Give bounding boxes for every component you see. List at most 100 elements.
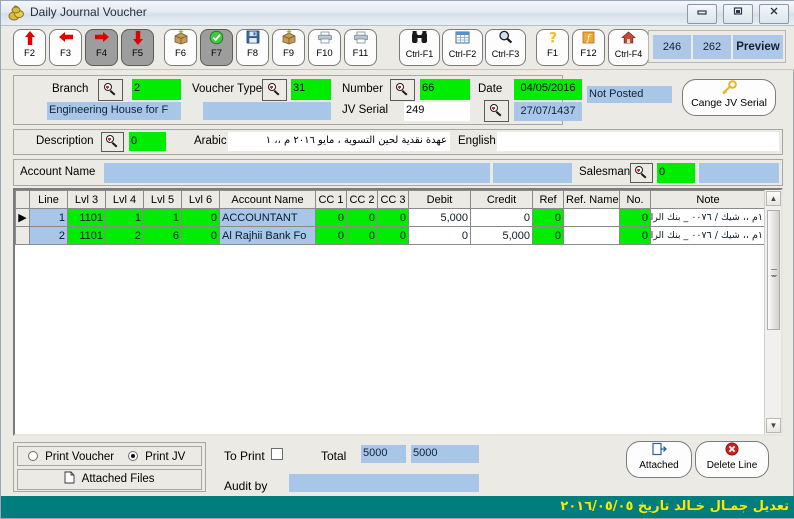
col-header-line[interactable]: Line: [30, 191, 68, 209]
cell-cc1[interactable]: 0: [316, 209, 347, 227]
toolbar-button-ctrl-f4[interactable]: Ctrl-F4: [608, 29, 649, 66]
cell-ref[interactable]: 0: [533, 209, 564, 227]
salesman-name-field[interactable]: [699, 163, 779, 183]
col-header-credit[interactable]: Credit: [471, 191, 533, 209]
change-jv-serial-button[interactable]: Cange JV Serial: [682, 79, 776, 116]
table-row[interactable]: 2 1101 2 6 0 Al Rajhii Bank Fo 0 0 0 0 5…: [16, 227, 766, 245]
toolbar-button-f2[interactable]: F2: [13, 29, 46, 66]
description-english-field[interactable]: [497, 132, 779, 151]
date-gregorian-field[interactable]: 04/05/2016: [514, 79, 582, 100]
cell-debit[interactable]: 5,000: [409, 209, 471, 227]
scroll-up-icon[interactable]: ▲: [766, 191, 781, 206]
toolbar-button-f1[interactable]: ? F1: [536, 29, 569, 66]
col-header-lvl3[interactable]: Lvl 3: [68, 191, 106, 209]
journal-lines-grid[interactable]: Line Lvl 3 Lvl 4 Lvl 5 Lvl 6 Account Nam…: [13, 188, 783, 436]
description-code-field[interactable]: 0: [129, 132, 166, 151]
cell-line[interactable]: 1: [30, 209, 68, 227]
cell-lvl5[interactable]: 1: [144, 209, 182, 227]
description-arabic-field[interactable]: عهدة نقدية لحين التسوية ، مايو ٢٠١٦ م ،،…: [228, 132, 450, 151]
col-header-cc3[interactable]: CC 3: [378, 191, 409, 209]
print-jv-option[interactable]: Print JV: [128, 451, 185, 463]
jv-serial-field[interactable]: 249: [404, 102, 470, 121]
voucher-type-code-field[interactable]: 31: [291, 79, 331, 100]
salesman-code-field[interactable]: 0: [657, 163, 695, 183]
toolbar-button-f10[interactable]: F10: [308, 29, 341, 66]
toolbar-button-ctrl-f3[interactable]: Ctrl-F3: [485, 29, 526, 66]
cell-credit[interactable]: 0: [471, 209, 533, 227]
table-row[interactable]: ▶ 1 1101 1 1 0 ACCOUNTANT 0 0 0 5,000 0 …: [16, 209, 766, 227]
description-lookup-button[interactable]: [101, 132, 124, 152]
account-extra-field[interactable]: [493, 163, 572, 183]
voucher-type-lookup-button[interactable]: [262, 79, 287, 101]
cell-no[interactable]: 0: [620, 209, 651, 227]
preview-label[interactable]: Preview: [733, 35, 783, 59]
toolbar-button-f4[interactable]: F4: [85, 29, 118, 66]
cell-ref-name[interactable]: [564, 209, 620, 227]
scrollbar-thumb[interactable]: [767, 210, 780, 330]
col-header-debit[interactable]: Debit: [409, 191, 471, 209]
cell-lvl4[interactable]: 1: [106, 209, 144, 227]
close-button[interactable]: [759, 4, 789, 24]
attached-button[interactable]: Attached: [626, 441, 692, 478]
radio-print-voucher[interactable]: [28, 451, 38, 461]
row-selector[interactable]: [16, 227, 30, 245]
cell-lvl6[interactable]: 0: [182, 227, 220, 245]
toolbar-button-f5[interactable]: F5: [121, 29, 154, 66]
cell-note[interactable]: ١م ،، شيك / ٠٠٧٦ _ بنك الراجحي: [651, 227, 766, 245]
cell-cc2[interactable]: 0: [347, 209, 378, 227]
cell-lvl6[interactable]: 0: [182, 209, 220, 227]
maximize-button[interactable]: [723, 4, 753, 24]
row-selector[interactable]: ▶: [16, 209, 30, 227]
cell-debit[interactable]: 0: [409, 227, 471, 245]
cell-cc2[interactable]: 0: [347, 227, 378, 245]
cell-lvl3[interactable]: 1101: [68, 227, 106, 245]
delete-line-button[interactable]: Delete Line: [695, 441, 769, 478]
col-header-cc2[interactable]: CC 2: [347, 191, 378, 209]
col-header-cc1[interactable]: CC 1: [316, 191, 347, 209]
date-lookup-button[interactable]: [484, 100, 509, 122]
grid-vertical-scrollbar[interactable]: ▲ ▼: [764, 190, 781, 434]
print-voucher-option[interactable]: Print Voucher: [28, 451, 114, 463]
toolbar-button-ctrl-f2[interactable]: Ctrl-F2: [442, 29, 483, 66]
toolbar-button-f12[interactable]: f F12: [572, 29, 605, 66]
cell-note[interactable]: ١م ،، شيك / ٠٠٧٦ _ بنك الراجحي: [651, 209, 766, 227]
audit-by-field[interactable]: [289, 474, 479, 492]
counter-1[interactable]: 246: [653, 35, 691, 59]
cell-line[interactable]: 2: [30, 227, 68, 245]
toolbar-button-f8[interactable]: F8: [236, 29, 269, 66]
toolbar-button-f7[interactable]: F7: [200, 29, 233, 66]
col-header-ref[interactable]: Ref: [533, 191, 564, 209]
cell-account-name[interactable]: ACCOUNTANT: [220, 209, 316, 227]
cell-cc3[interactable]: 0: [378, 209, 409, 227]
col-header-note[interactable]: Note: [651, 191, 766, 209]
cell-lvl3[interactable]: 1101: [68, 209, 106, 227]
date-hijri-field[interactable]: 27/07/1437: [514, 102, 582, 121]
col-header-no[interactable]: No.: [620, 191, 651, 209]
minimize-button[interactable]: [687, 4, 717, 24]
cell-lvl4[interactable]: 2: [106, 227, 144, 245]
col-header-lvl4[interactable]: Lvl 4: [106, 191, 144, 209]
toolbar-button-f11[interactable]: F11: [344, 29, 377, 66]
cell-credit[interactable]: 5,000: [471, 227, 533, 245]
attached-files-button[interactable]: Attached Files: [17, 469, 202, 490]
col-header-account-name[interactable]: Account Name: [220, 191, 316, 209]
cell-ref-name[interactable]: [564, 227, 620, 245]
cell-cc3[interactable]: 0: [378, 227, 409, 245]
cell-account-name[interactable]: Al Rajhii Bank Fo: [220, 227, 316, 245]
toolbar-button-ctrl-f1[interactable]: Ctrl-F1: [399, 29, 440, 66]
col-header-ref-name[interactable]: Ref. Name: [564, 191, 620, 209]
toolbar-button-f3[interactable]: F3: [49, 29, 82, 66]
to-print-checkbox[interactable]: [271, 448, 283, 460]
account-name-field[interactable]: [104, 163, 490, 183]
number-lookup-button[interactable]: [390, 79, 415, 101]
col-header-lvl6[interactable]: Lvl 6: [182, 191, 220, 209]
salesman-lookup-button[interactable]: [630, 163, 653, 183]
branch-name-field[interactable]: Engineering House for F: [47, 102, 181, 120]
number-field[interactable]: 66: [420, 79, 470, 100]
voucher-type-name-field[interactable]: [203, 102, 331, 120]
radio-print-jv[interactable]: [128, 451, 138, 461]
cell-ref[interactable]: 0: [533, 227, 564, 245]
col-header-lvl5[interactable]: Lvl 5: [144, 191, 182, 209]
toolbar-button-f9[interactable]: F9: [272, 29, 305, 66]
branch-code-field[interactable]: 2: [132, 79, 181, 100]
